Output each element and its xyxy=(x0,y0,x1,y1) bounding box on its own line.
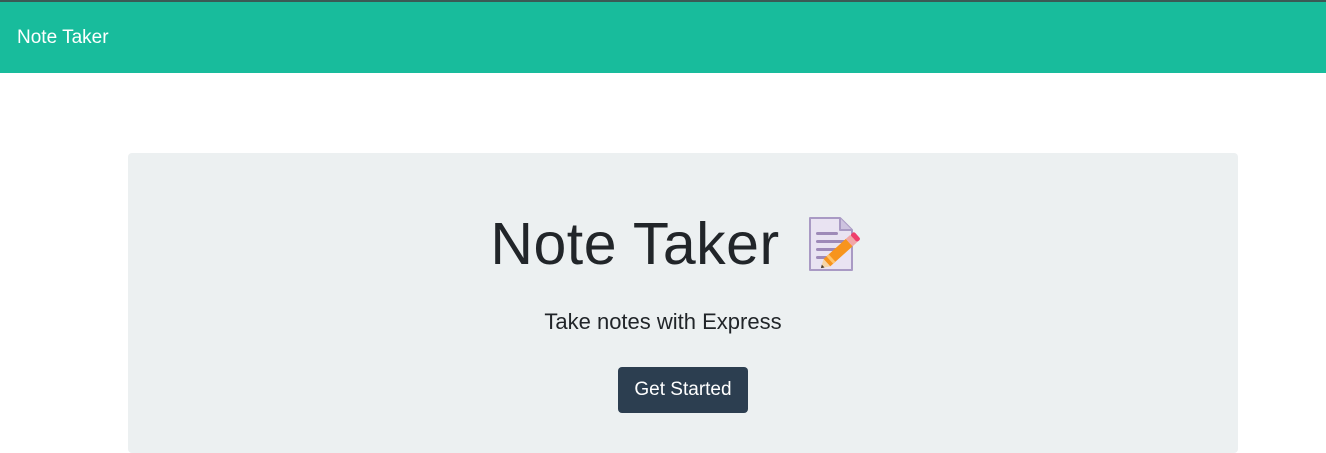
memo-icon xyxy=(804,214,864,274)
hero-subtitle: Take notes with Express xyxy=(544,309,782,334)
top-navbar: Note Taker xyxy=(0,0,1326,73)
hero-title-row: Note Taker xyxy=(0,214,1326,274)
navbar-brand-link[interactable]: Note Taker xyxy=(17,28,109,47)
page-title: Note Taker xyxy=(490,210,780,277)
get-started-button[interactable]: Get Started xyxy=(618,367,748,413)
